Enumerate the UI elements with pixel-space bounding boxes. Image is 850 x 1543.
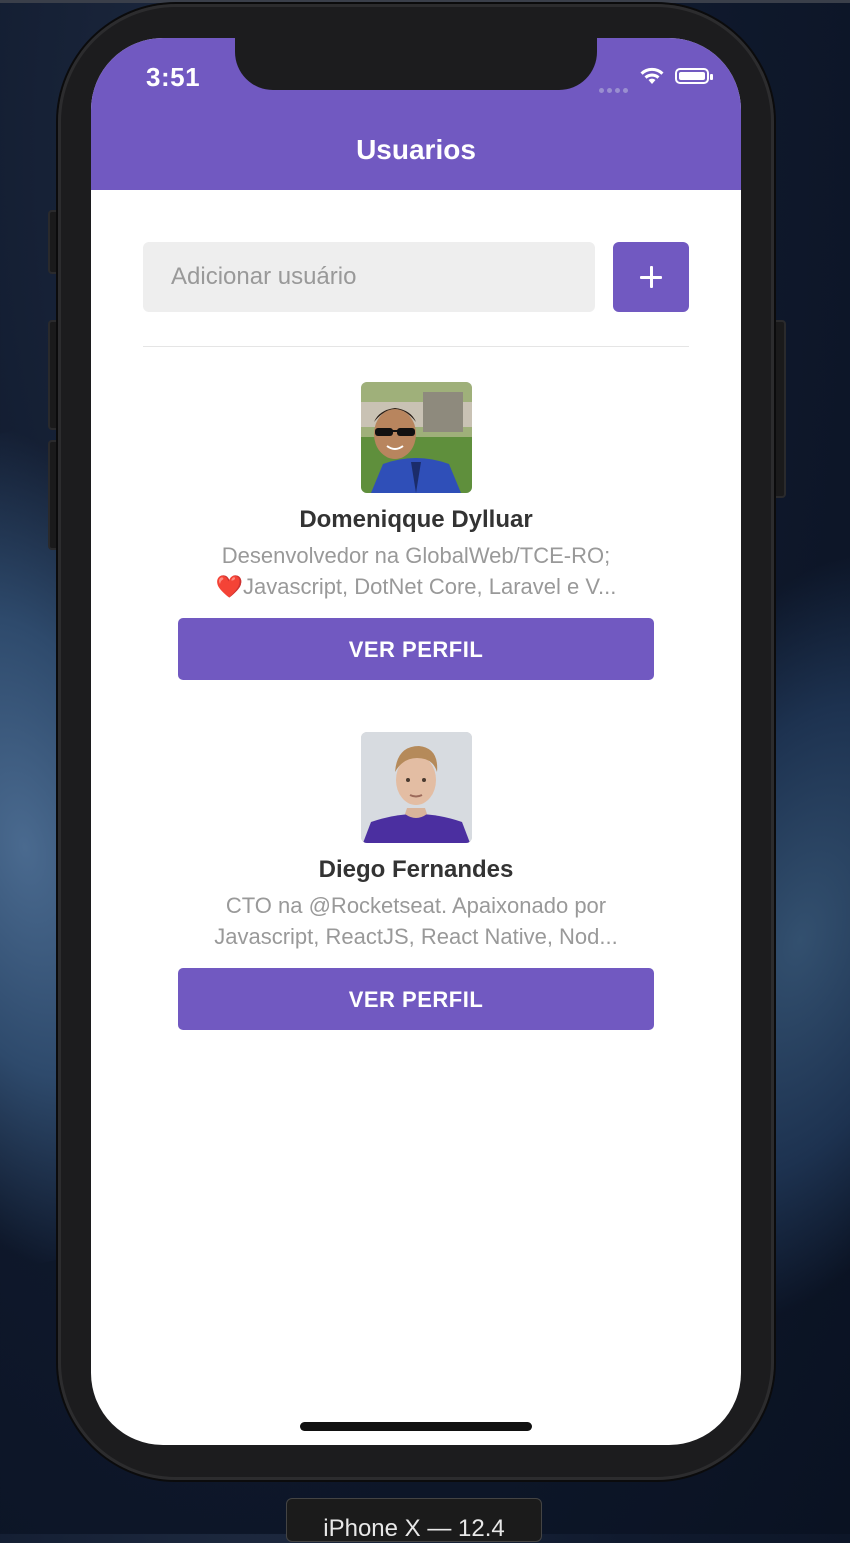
wifi-icon [640,67,664,84]
avatar [361,732,472,843]
page-title: Usuarios [356,134,476,165]
avatar [361,382,472,493]
app-header: 3:51 Usuarios [91,38,741,190]
user-bio-line: CTO na @Rocketseat. Apaixonado por [225,893,607,918]
power-button[interactable] [772,320,786,498]
device-notch [235,38,597,90]
add-user-input[interactable] [143,242,595,312]
user-bio-line: Javascript, ReactJS, React Native, Nod..… [214,924,618,949]
view-profile-button[interactable]: VER PERFIL [178,618,654,680]
user-name: Domeniqque Dylluar [299,506,533,533]
divider [143,346,689,347]
user-name: Diego Fernandes [318,856,514,883]
add-user-form [143,242,689,312]
simulator-device-label: iPhone X — 12.4 [286,1498,542,1542]
app-screen: 3:51 Usuarios Adicionar usuário Domeniqq… [91,38,741,1445]
user-bio-line: Desenvolvedor na GlobalWeb/TCE-RO; [221,543,611,568]
add-user-button[interactable] [613,242,689,312]
home-indicator[interactable] [300,1422,532,1431]
heart-icon: ❤️ [215,574,244,599]
cellular-signal-icon [599,80,633,93]
status-time: 3:51 [146,62,201,92]
user-bio-line: Javascript, DotNet Core, Laravel e V... [243,574,617,599]
window-top-edge [0,0,850,3]
battery-icon [675,68,713,84]
view-profile-button[interactable]: VER PERFIL [178,968,654,1030]
user-bio: Desenvolvedor na GlobalWeb/TCE-RO; ❤️Jav… [191,540,641,602]
user-bio: CTO na @Rocketseat. Apaixonado por Javas… [191,890,641,952]
